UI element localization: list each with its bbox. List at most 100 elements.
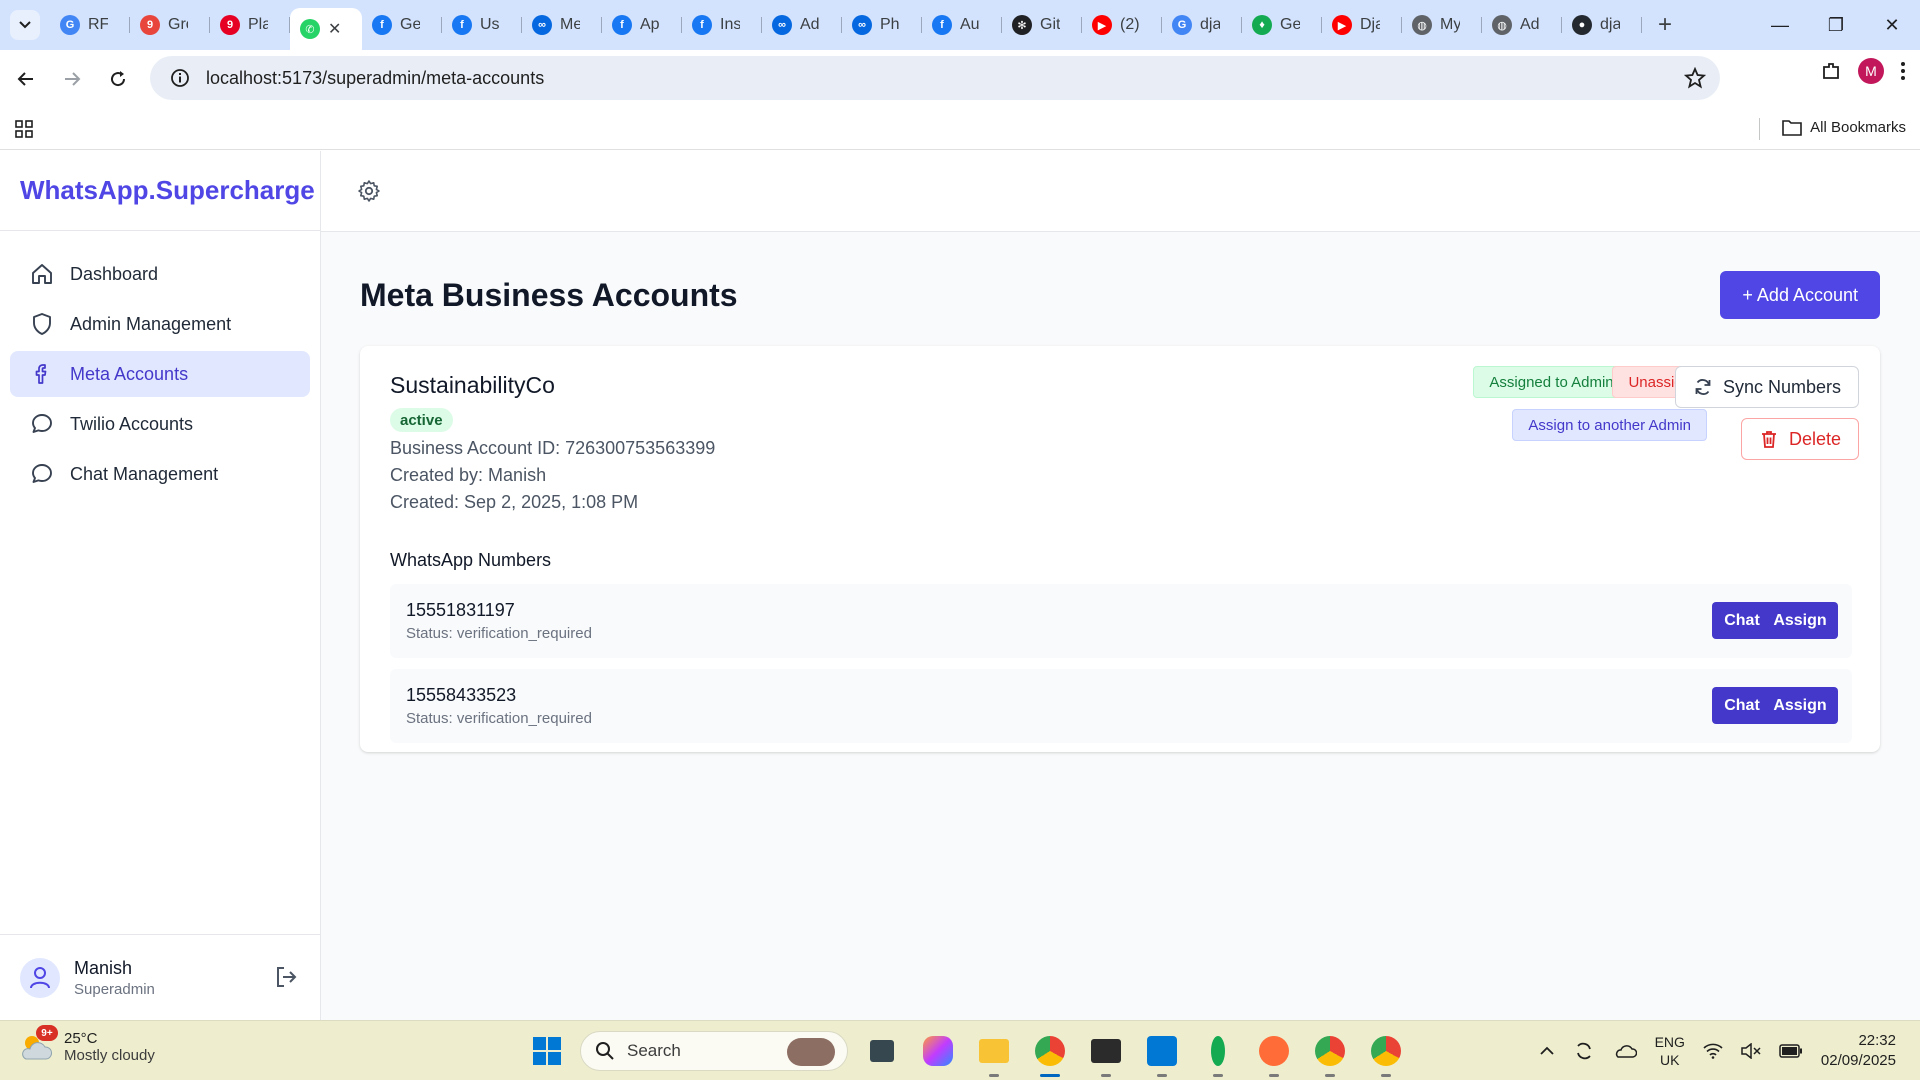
facebook-icon: f xyxy=(452,15,472,35)
chrome-profile-d-icon[interactable] xyxy=(1308,1029,1352,1077)
browser-tab[interactable]: ∞ Me xyxy=(522,7,602,43)
close-tab-icon[interactable]: ✕ xyxy=(328,19,341,39)
browser-tab[interactable]: 9 Pla xyxy=(210,7,290,43)
browser-tab[interactable]: f Use xyxy=(442,7,522,43)
add-account-button[interactable]: + Add Account xyxy=(1720,271,1880,319)
profile-avatar[interactable]: M xyxy=(1858,58,1884,84)
delete-label: Delete xyxy=(1788,428,1841,449)
brand-logo[interactable]: WhatsApp.Supercharge xyxy=(0,151,320,231)
site-info-icon[interactable] xyxy=(160,68,200,88)
onedrive-icon[interactable] xyxy=(1613,1043,1637,1059)
browser-tab[interactable]: ♦ Get xyxy=(1242,7,1322,43)
all-bookmarks-label: All Bookmarks xyxy=(1810,118,1906,136)
forward-button[interactable] xyxy=(52,59,92,99)
assign-button[interactable]: Assign xyxy=(1762,602,1838,639)
close-window-button[interactable]: ✕ xyxy=(1864,0,1920,50)
browser-tab-label: (2) xyxy=(1120,16,1140,33)
kebab-menu-icon[interactable] xyxy=(1900,61,1906,81)
task-view-icon[interactable] xyxy=(860,1029,904,1073)
app-root: WhatsApp.Supercharge Dashboard Admin Mana… xyxy=(0,151,1920,1020)
browser-tab[interactable]: f App xyxy=(602,7,682,43)
bookmarks-bar: All Bookmarks xyxy=(0,108,1920,150)
browser-tab-label: Me xyxy=(560,16,580,33)
wifi-icon[interactable] xyxy=(1703,1043,1723,1059)
file-explorer-icon[interactable] xyxy=(972,1029,1016,1077)
copilot-icon[interactable] xyxy=(916,1029,960,1073)
trash-icon xyxy=(1761,431,1776,448)
chevron-up-icon[interactable] xyxy=(1539,1046,1555,1056)
chrome-profile-k-icon[interactable] xyxy=(1364,1029,1408,1077)
whatsapp-icon: ✆ xyxy=(300,19,320,39)
mongodb-compass-icon[interactable] xyxy=(1196,1029,1240,1077)
bookmark-star-icon[interactable] xyxy=(1684,67,1706,89)
browser-tab[interactable]: f Inst xyxy=(682,7,762,43)
created-by: Created by: Manish xyxy=(390,465,547,485)
browser-tab[interactable]: G RFC xyxy=(50,7,130,43)
google-icon: G xyxy=(60,15,80,35)
apps-grid-icon[interactable] xyxy=(14,119,34,139)
browser-tab[interactable]: 9 Gro xyxy=(130,7,210,43)
browser-tab[interactable]: ▶ (2) xyxy=(1082,7,1162,43)
browser-tab-label: Ad xyxy=(1520,16,1540,33)
delete-button[interactable]: Delete xyxy=(1740,418,1859,460)
settings-button[interactable] xyxy=(357,179,381,203)
logout-icon xyxy=(277,967,297,987)
phone-status: Status: verification_required xyxy=(406,625,592,642)
windows-logo-icon xyxy=(533,1037,561,1065)
browser-tab-label: App xyxy=(640,16,660,33)
browser-tab-label: Get xyxy=(1280,16,1300,33)
extensions-icon[interactable] xyxy=(1820,60,1842,82)
browser-tab-label: dja xyxy=(1200,16,1220,33)
browser-tab[interactable]: ✻ Git xyxy=(1002,7,1082,43)
assign-another-admin-button[interactable]: Assign to another Admin xyxy=(1512,409,1707,441)
browser-tab[interactable]: Gdja xyxy=(1162,7,1242,43)
arrow-right-icon xyxy=(65,72,81,86)
browser-tab[interactable]: ∞ Ad xyxy=(762,7,842,43)
browser-tab-label: Gro xyxy=(168,16,188,33)
battery-icon[interactable] xyxy=(1779,1044,1803,1058)
taskbar-search[interactable]: Search xyxy=(580,1031,848,1071)
google-icon: G xyxy=(1172,15,1192,35)
chrome-icon[interactable] xyxy=(1028,1029,1072,1077)
user-avatar xyxy=(20,957,60,998)
logout-button[interactable] xyxy=(274,965,298,989)
restore-button[interactable]: ❐ xyxy=(1808,0,1864,50)
address-bar[interactable]: localhost:5173/superadmin/meta-accounts xyxy=(150,56,1720,100)
url-text[interactable]: localhost:5173/superadmin/meta-accounts xyxy=(206,68,544,89)
browser-tab[interactable]: ● dja xyxy=(1562,7,1642,43)
reload-button[interactable] xyxy=(98,59,138,99)
sidebar-item-dashboard[interactable]: Dashboard xyxy=(10,251,310,297)
assign-button[interactable]: Assign xyxy=(1762,687,1838,724)
sidebar-item-chat-management[interactable]: Chat Management xyxy=(10,451,310,497)
sidebar-item-twilio-accounts[interactable]: Twilio Accounts xyxy=(10,401,310,447)
new-tab-button[interactable]: + xyxy=(1650,10,1680,40)
back-button[interactable] xyxy=(6,59,46,99)
browser-tab[interactable]: f Aut xyxy=(922,7,1002,43)
all-bookmarks-button[interactable]: All Bookmarks xyxy=(1782,118,1906,136)
sidebar-item-admin-management[interactable]: Admin Management xyxy=(10,301,310,347)
sidebar-item-meta-accounts[interactable]: Meta Accounts xyxy=(10,351,310,397)
language-indicator[interactable]: ENG UK xyxy=(1655,1033,1685,1069)
reload-icon xyxy=(111,71,126,87)
sidebar-item-label: Chat Management xyxy=(70,463,219,484)
minimize-button[interactable]: — xyxy=(1752,0,1808,50)
postman-icon[interactable] xyxy=(1252,1029,1296,1077)
terminal-icon[interactable] xyxy=(1084,1029,1128,1077)
browser-tab[interactable]: f Get xyxy=(362,7,442,43)
vscode-icon[interactable] xyxy=(1140,1029,1184,1077)
sync-tray-icon[interactable] xyxy=(1573,1040,1595,1062)
browser-tab[interactable]: ◍ My xyxy=(1402,7,1482,43)
browser-tab[interactable]: ∞ Pho xyxy=(842,7,922,43)
clock[interactable]: 22:32 02/09/2025 xyxy=(1821,1031,1896,1071)
browser-tab[interactable]: ▶ Dja xyxy=(1322,7,1402,43)
start-button[interactable] xyxy=(526,1030,568,1072)
weather-widget[interactable]: 9+ 25°C Mostly cloudy xyxy=(18,1025,155,1065)
browser-tab[interactable]: ✆ ✕ xyxy=(290,8,362,50)
facebook-icon: f xyxy=(372,15,392,35)
tab-search-button[interactable] xyxy=(10,10,40,40)
openai-icon: ✻ xyxy=(1012,15,1032,35)
speaker-muted-icon[interactable] xyxy=(1741,1043,1761,1059)
browser-tab-label: Pho xyxy=(880,16,900,33)
browser-tab[interactable]: ◍ Ad xyxy=(1482,7,1562,43)
sync-numbers-button[interactable]: Sync Numbers xyxy=(1674,366,1859,408)
